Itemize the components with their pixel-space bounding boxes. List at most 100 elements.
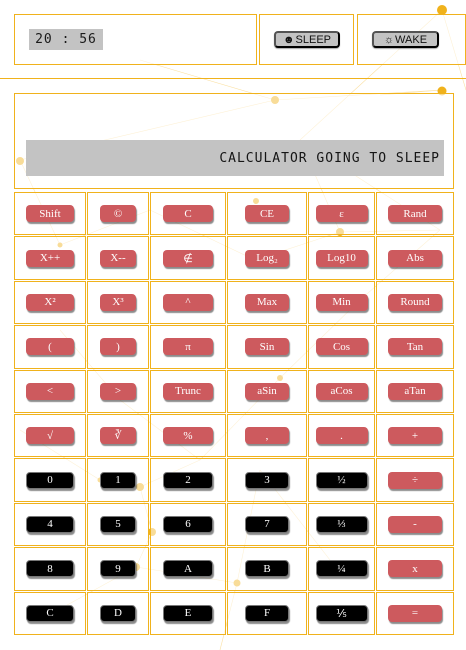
key-button[interactable]: ÷ <box>388 471 442 489</box>
key-button[interactable]: Shift <box>26 205 74 223</box>
sleep-button[interactable]: ☻ SLEEP <box>274 31 340 48</box>
key-button[interactable]: Trunc <box>163 382 213 400</box>
key-button[interactable]: + <box>388 427 442 445</box>
key-button[interactable]: < <box>26 382 74 400</box>
key-button[interactable]: 4 <box>26 515 74 533</box>
keypad-cell: Trunc <box>150 369 226 413</box>
keypad-cell: 8 <box>14 547 86 591</box>
moon-icon: ☻ <box>282 33 295 46</box>
key-button[interactable]: Abs <box>388 249 442 267</box>
key-button[interactable]: 6 <box>163 515 213 533</box>
clock-panel: 20 : 56 <box>14 14 257 65</box>
clock-display: 20 : 56 <box>29 29 103 50</box>
key-button[interactable]: X² <box>26 293 74 311</box>
key-button[interactable]: F <box>245 604 289 622</box>
sleep-panel: ☻ SLEEP <box>259 14 354 65</box>
key-button[interactable]: Log10 <box>315 249 368 267</box>
key-button[interactable]: Tan <box>388 338 442 356</box>
keypad-cell: E <box>150 591 226 635</box>
keypad-cell: Tan <box>376 325 454 369</box>
key-button[interactable]: 0 <box>26 471 74 489</box>
keypad-cell: aCos <box>308 369 375 413</box>
wake-button[interactable]: ☼ WAKE <box>372 31 439 48</box>
keypad-cell: ½ <box>308 458 375 502</box>
key-button[interactable]: A <box>163 560 213 578</box>
key-button[interactable]: > <box>100 382 136 400</box>
key-button[interactable]: % <box>163 427 213 445</box>
key-button[interactable]: Rand <box>388 205 442 223</box>
key-button[interactable]: , <box>245 427 289 445</box>
key-button[interactable]: = <box>388 604 442 622</box>
key-button[interactable]: ( <box>26 338 74 356</box>
key-button[interactable]: 2 <box>163 471 213 489</box>
keypad-cell: ε <box>308 192 375 236</box>
key-button[interactable]: 1 <box>100 471 136 489</box>
key-button[interactable]: Cos <box>315 338 368 356</box>
keypad-cell: 5 <box>87 502 149 547</box>
key-button[interactable]: ε <box>315 205 368 223</box>
key-button[interactable]: D <box>100 604 136 622</box>
key-button[interactable]: 9 <box>100 560 136 578</box>
key-button[interactable]: 7 <box>245 515 289 533</box>
key-button[interactable]: ∛ <box>100 427 136 445</box>
key-button[interactable]: Round <box>388 293 442 311</box>
key-button[interactable]: √ <box>26 427 74 445</box>
keypad-cell: Min <box>308 280 375 325</box>
key-button[interactable]: C <box>26 604 74 622</box>
key-button[interactable]: aTan <box>388 382 442 400</box>
key-button[interactable]: X³ <box>100 293 136 311</box>
key-button[interactable]: π <box>163 338 213 356</box>
key-button[interactable]: Log₂ <box>245 249 289 267</box>
key-button[interactable]: ^ <box>163 293 213 311</box>
keypad-cell: 3 <box>227 458 307 502</box>
key-button[interactable]: 5 <box>100 515 136 533</box>
key-button[interactable]: C <box>163 205 213 223</box>
keypad-cell: ⅓ <box>308 502 375 547</box>
keypad-cell: ÷ <box>376 458 454 502</box>
key-button[interactable]: E <box>163 604 213 622</box>
key-button[interactable]: ½ <box>315 471 368 489</box>
keypad-cell: Rand <box>376 192 454 236</box>
key-button[interactable]: aCos <box>315 382 368 400</box>
keypad-cell: ) <box>87 325 149 369</box>
key-button[interactable]: ∉ <box>163 249 213 267</box>
key-button[interactable]: aSin <box>245 382 289 400</box>
keypad-cell: ^ <box>150 280 226 325</box>
keypad-cell: 6 <box>150 502 226 547</box>
sun-icon: ☼ <box>383 33 395 46</box>
key-button[interactable]: ⅓ <box>315 515 368 533</box>
key-button[interactable]: B <box>245 560 289 578</box>
keypad-cell: Log10 <box>308 236 375 280</box>
calculator-screen: CALCULATOR GOING TO SLEEP <box>14 93 454 189</box>
key-button[interactable]: ) <box>100 338 136 356</box>
key-button[interactable]: 8 <box>26 560 74 578</box>
keypad-cell: . <box>308 414 375 458</box>
keypad-cell: C <box>150 192 226 236</box>
key-button[interactable]: ¼ <box>315 560 368 578</box>
key-button[interactable]: © <box>100 205 136 223</box>
keypad-cell: ⅕ <box>308 591 375 635</box>
keypad-cell: - <box>376 502 454 547</box>
keypad-cell: ∉ <box>150 236 226 280</box>
key-button[interactable]: Max <box>245 293 289 311</box>
key-button[interactable]: ⅕ <box>315 604 368 622</box>
key-button[interactable]: - <box>388 515 442 533</box>
key-button[interactable]: Min <box>315 293 368 311</box>
sleep-label: SLEEP <box>295 33 332 46</box>
key-button[interactable]: Sin <box>245 338 289 356</box>
key-button[interactable]: 3 <box>245 471 289 489</box>
key-button[interactable]: CE <box>245 205 289 223</box>
keypad-cell: x <box>376 547 454 591</box>
keypad-cell: < <box>14 369 86 413</box>
keypad-cell: √ <box>14 414 86 458</box>
keypad-cell: = <box>376 591 454 635</box>
keypad-cell: 1 <box>87 458 149 502</box>
key-button[interactable]: x <box>388 560 442 578</box>
keypad-cell: X² <box>14 280 86 325</box>
wake-label: WAKE <box>395 33 428 46</box>
key-button[interactable]: X++ <box>26 249 74 267</box>
key-button[interactable]: X-- <box>100 249 136 267</box>
keypad-cell: ∛ <box>87 414 149 458</box>
key-button[interactable]: . <box>315 427 368 445</box>
keypad-cell: Max <box>227 280 307 325</box>
